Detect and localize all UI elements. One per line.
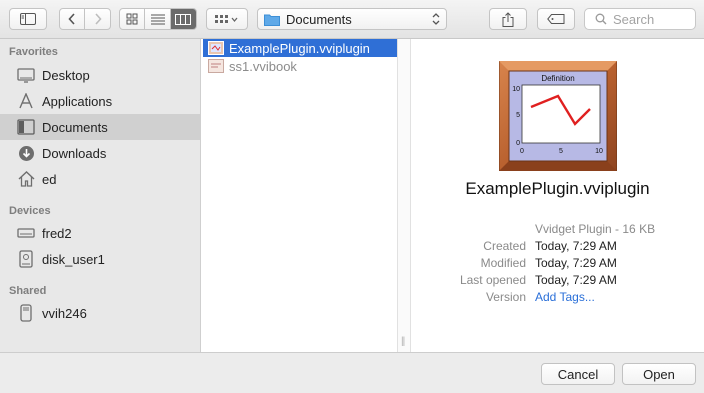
resize-grip-icon: || xyxy=(401,336,405,347)
sidebar-section-devices: Devices xyxy=(9,205,51,217)
file-name: ss1.vvibook xyxy=(229,58,297,74)
server-icon xyxy=(16,303,36,323)
list-icon xyxy=(150,14,165,24)
sidebar-toggle-button[interactable] xyxy=(9,8,47,30)
open-button[interactable]: Open xyxy=(622,363,696,385)
home-icon xyxy=(16,169,36,189)
chevron-right-icon xyxy=(94,13,102,25)
sidebar-item-desktop[interactable]: Desktop xyxy=(0,62,200,88)
plugin-file-icon xyxy=(208,41,224,55)
y-tick: 0 xyxy=(516,140,520,147)
search-field[interactable]: Search xyxy=(584,8,696,30)
search-placeholder: Search xyxy=(613,11,655,27)
sidebar-section-shared: Shared xyxy=(9,285,47,297)
preview-pane: Definition 10 5 0 0 5 10 ExamplePlugin.v… xyxy=(411,39,704,352)
sidebar-section-favorites: Favorites xyxy=(9,46,58,58)
meta-key: Version xyxy=(485,290,526,304)
toolbar: Documents Search xyxy=(0,0,704,39)
disk-icon xyxy=(16,249,36,269)
downloads-icon xyxy=(16,143,36,163)
sidebar-item-label: Downloads xyxy=(42,145,107,161)
file-row-ss1[interactable]: ss1.vvibook xyxy=(203,57,397,75)
icon-view-button[interactable] xyxy=(120,9,146,29)
book-file-icon xyxy=(208,59,224,73)
file-column: ExamplePlugin.vviplugin ss1.vvibook xyxy=(201,39,397,352)
chevron-left-icon xyxy=(68,13,75,25)
folder-icon xyxy=(264,14,280,26)
meta-row-created: Created Today, 7:29 AM xyxy=(411,239,704,256)
updown-chevron-icon xyxy=(432,13,440,25)
thumbnail-title: Definition xyxy=(541,74,574,83)
x-tick: 5 xyxy=(559,148,563,155)
sidebar-item-label: Applications xyxy=(42,93,113,109)
documents-icon xyxy=(16,117,36,137)
column-view-button[interactable] xyxy=(170,9,196,29)
sidebar: Favorites Desktop Applications Documents… xyxy=(0,39,201,352)
dialog-footer: Cancel Open xyxy=(0,352,704,393)
sidebar-item-label: fred2 xyxy=(42,225,72,241)
tag-button[interactable] xyxy=(537,8,575,30)
sidebar-item-label: vvih246 xyxy=(42,305,87,321)
sidebar-item-vvih246[interactable]: vvih246 xyxy=(0,300,200,326)
meta-value: Today, 7:29 AM xyxy=(535,256,617,270)
meta-key: Modified xyxy=(480,256,526,270)
column-divider[interactable]: || xyxy=(397,39,411,352)
sidebar-item-fred2[interactable]: fred2 xyxy=(0,220,200,246)
y-tick: 10 xyxy=(512,86,520,93)
sidebar-item-label: Desktop xyxy=(42,67,90,83)
add-tags-link[interactable]: Add Tags... xyxy=(535,290,595,304)
sidebar-item-ed[interactable]: ed xyxy=(0,166,200,192)
nav-buttons xyxy=(59,8,111,30)
share-button[interactable] xyxy=(489,8,527,30)
drive-icon xyxy=(16,223,36,243)
x-tick: 10 xyxy=(595,148,603,155)
meta-key: Last opened xyxy=(459,273,526,287)
file-row-exampleplugin[interactable]: ExamplePlugin.vviplugin xyxy=(203,39,397,57)
grid-icon xyxy=(126,13,138,25)
preview-kind-size: Vvidget Plugin - 16 KB xyxy=(535,222,656,236)
applications-icon xyxy=(16,91,36,111)
preview-file-name: ExamplePlugin.vviplugin xyxy=(465,179,650,198)
search-icon xyxy=(595,13,607,25)
sidebar-item-label: ed xyxy=(42,171,57,187)
cancel-button[interactable]: Cancel xyxy=(541,363,615,385)
meta-key: Created xyxy=(483,239,526,253)
sidebar-item-label: Documents xyxy=(42,119,108,135)
y-tick: 5 xyxy=(516,112,520,119)
sidebar-item-applications[interactable]: Applications xyxy=(0,88,200,114)
back-button[interactable] xyxy=(60,9,86,29)
sidebar-item-disk-user1[interactable]: disk_user1 xyxy=(0,246,200,272)
forward-button[interactable] xyxy=(85,9,110,29)
list-view-button[interactable] xyxy=(145,9,171,29)
sidebar-item-downloads[interactable]: Downloads xyxy=(0,140,200,166)
arrange-icon xyxy=(215,15,238,23)
sidebar-item-documents[interactable]: Documents xyxy=(0,114,200,140)
x-tick: 0 xyxy=(520,148,524,155)
desktop-icon xyxy=(16,65,36,85)
view-mode-control xyxy=(119,8,197,30)
share-icon xyxy=(502,11,514,27)
meta-row-modified: Modified Today, 7:29 AM xyxy=(411,256,704,273)
sidebar-item-label: disk_user1 xyxy=(42,251,105,267)
meta-value: Today, 7:29 AM xyxy=(535,273,617,287)
meta-row-version: Version Add Tags... xyxy=(411,290,704,307)
path-popup[interactable]: Documents xyxy=(257,8,447,30)
arrange-button[interactable] xyxy=(206,8,248,30)
path-popup-label: Documents xyxy=(286,11,352,27)
file-name: ExamplePlugin.vviplugin xyxy=(229,40,370,56)
meta-row-last-opened: Last opened Today, 7:29 AM xyxy=(411,273,704,290)
columns-icon xyxy=(175,13,192,25)
meta-value: Today, 7:29 AM xyxy=(535,239,617,253)
plugin-thumbnail: Definition 10 5 0 0 5 10 xyxy=(499,61,617,171)
tag-icon xyxy=(547,14,565,24)
sidebar-icon xyxy=(20,13,36,25)
